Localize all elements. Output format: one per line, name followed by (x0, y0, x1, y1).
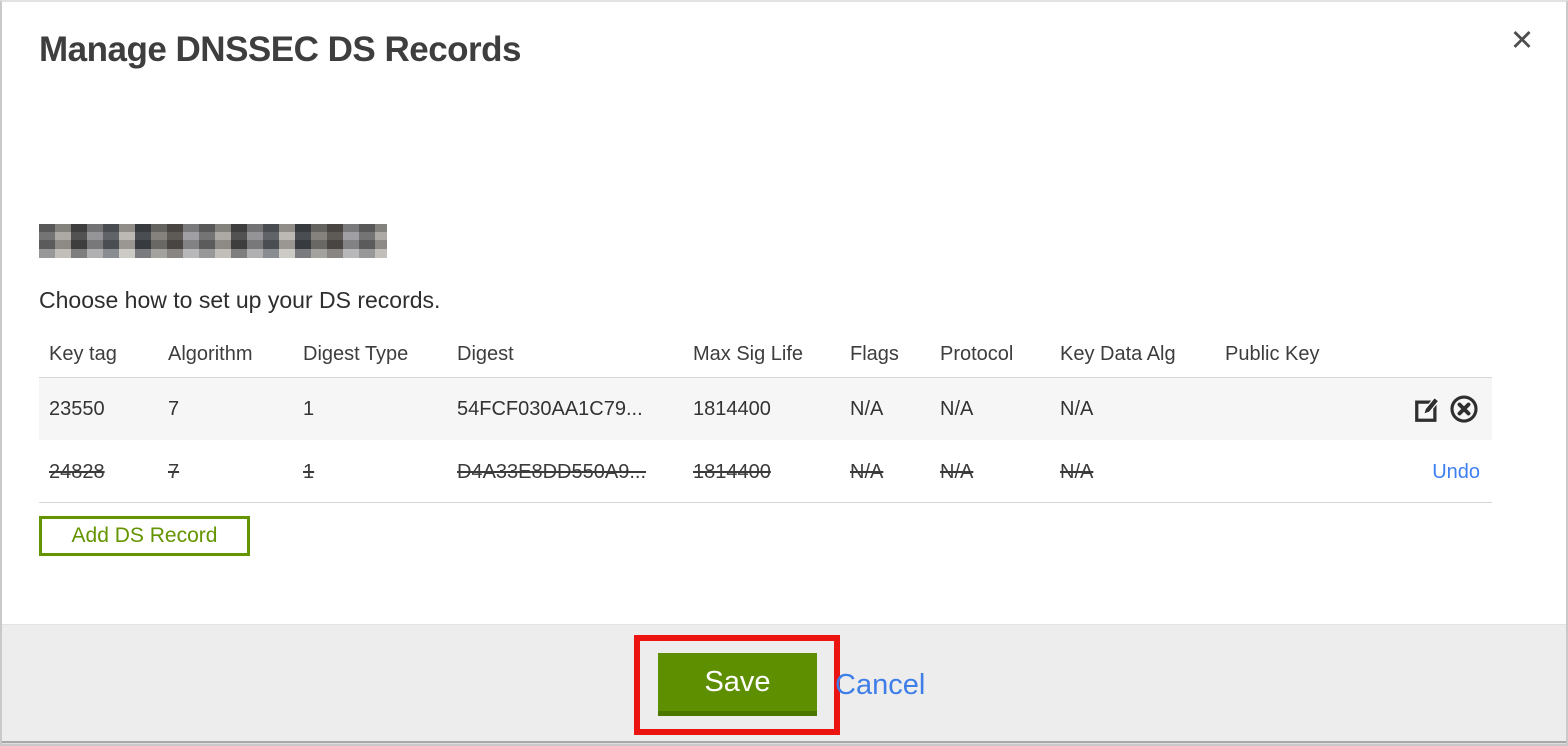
cell-digest-type: 1 (303, 460, 315, 483)
cell-digest: D4A33E8DD550A9... (457, 460, 647, 483)
undo-link[interactable]: Undo (1432, 461, 1480, 484)
page-title: Manage DNSSEC DS Records (39, 30, 522, 69)
cell-algorithm: 7 (168, 460, 180, 483)
cell-max-sig-life: 1814400 (693, 397, 771, 420)
ds-records-table: Key tag Algorithm Digest Type Digest Max… (39, 332, 1492, 503)
close-icon[interactable]: ✕ (1504, 22, 1540, 58)
col-header-key-tag: Key tag (49, 343, 117, 365)
cell-algorithm: 7 (168, 397, 180, 420)
col-header-max-sig-life: Max Sig Life (693, 343, 804, 365)
manage-dnssec-modal: Manage DNSSEC DS Records ✕ Choose how to… (0, 0, 1568, 746)
cell-flags: N/A (850, 397, 884, 420)
redacted-domain-name (39, 224, 387, 258)
cancel-link[interactable]: Cancel (835, 669, 925, 702)
col-header-flags: Flags (850, 343, 899, 365)
col-header-protocol: Protocol (940, 343, 1014, 365)
delete-icon[interactable] (1448, 393, 1480, 425)
col-header-digest-type: Digest Type (303, 343, 409, 365)
row-actions (1395, 393, 1492, 425)
edit-icon[interactable] (1412, 393, 1444, 425)
cell-flags: N/A (850, 460, 884, 483)
col-header-algorithm: Algorithm (168, 343, 253, 365)
cell-max-sig-life: 1814400 (693, 460, 771, 483)
subtitle-text: Choose how to set up your DS records. (39, 287, 441, 313)
cell-key-data-alg: N/A (1060, 460, 1094, 483)
cell-key-tag: 24828 (49, 460, 105, 483)
cell-protocol: N/A (940, 460, 974, 483)
col-header-key-data-alg: Key Data Alg (1060, 343, 1176, 365)
cell-key-tag: 23550 (49, 397, 105, 420)
save-button[interactable]: Save (658, 653, 817, 716)
cell-digest-type: 1 (303, 397, 315, 420)
col-header-public-key: Public Key (1225, 343, 1320, 365)
row-actions: Undo (1395, 461, 1492, 484)
add-ds-record-button[interactable]: Add DS Record (39, 516, 250, 556)
table-header-row: Key tag Algorithm Digest Type Digest Max… (39, 332, 1492, 377)
table-row: 23550 7 1 54FCF030AA1C79... 1814400 N/A … (39, 377, 1492, 440)
col-header-digest: Digest (457, 343, 514, 365)
table-row: 24828 7 1 D4A33E8DD550A9... 1814400 N/A … (39, 440, 1492, 503)
cell-key-data-alg: N/A (1060, 397, 1094, 420)
cell-protocol: N/A (940, 397, 974, 420)
cell-digest: 54FCF030AA1C79... (457, 397, 643, 420)
